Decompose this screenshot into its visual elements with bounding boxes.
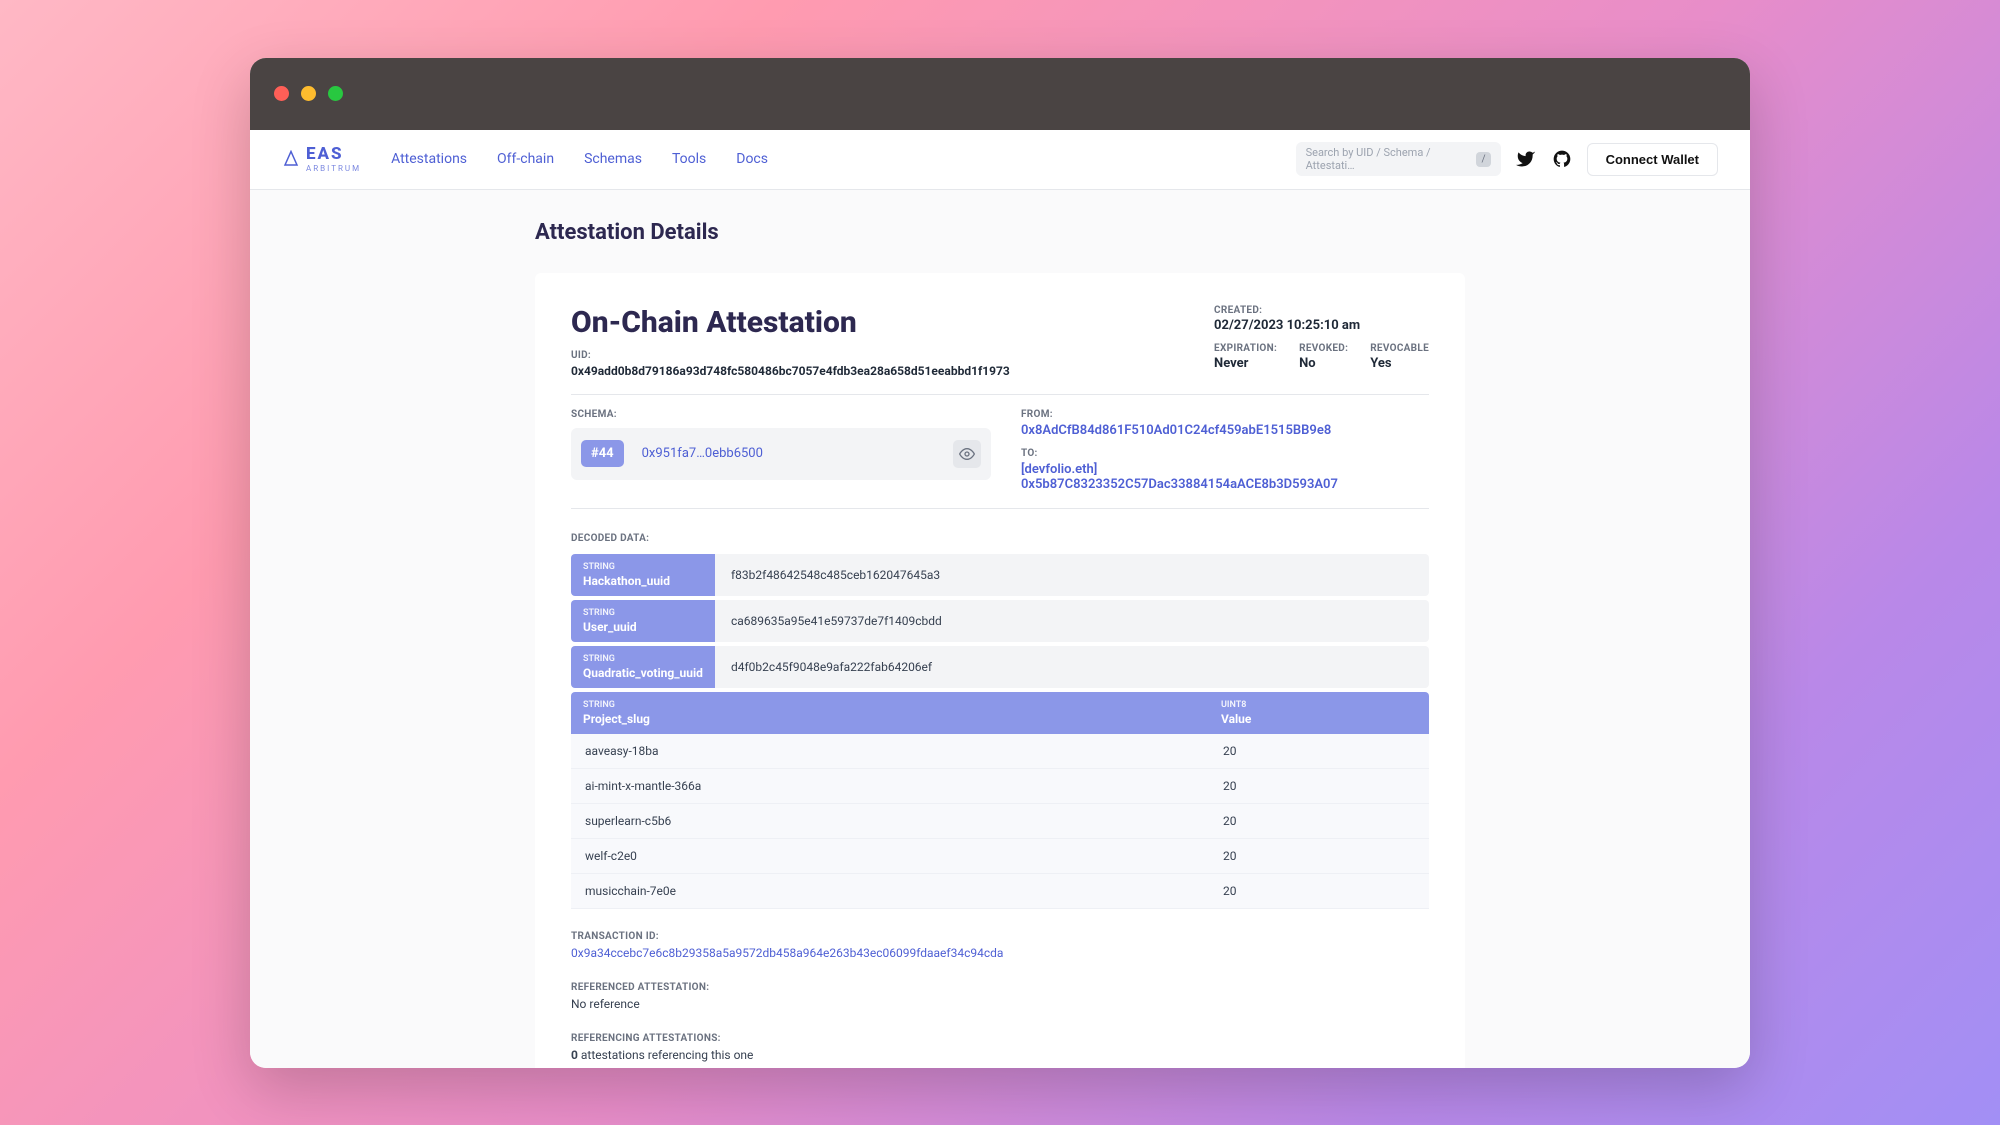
referenced-label: REFERENCED ATTESTATION:	[571, 982, 1429, 993]
decoded-data-label: DECODED DATA:	[571, 533, 1429, 544]
uid-value: 0x49add0b8d79186a93d748fc580486bc7057e4f…	[571, 364, 1010, 378]
project-value: 20	[1209, 839, 1429, 873]
search-kbd-hint: /	[1476, 152, 1490, 167]
decoded-field-row: STRING Hackathon_uuid f83b2f48642548c485ce…	[571, 554, 1429, 596]
nav-tools[interactable]: Tools	[672, 151, 706, 167]
attestation-title: On-Chain Attestation	[571, 305, 1010, 340]
project-slug-type: STRING	[583, 700, 1197, 710]
schema-label: SCHEMA:	[571, 409, 991, 420]
field-type: STRING	[583, 562, 703, 572]
project-row: ai-mint-x-mantle-366a20	[571, 769, 1429, 804]
project-row: welf-c2e020	[571, 839, 1429, 874]
field-value: f83b2f48642548c485ceb162047645a3	[715, 554, 1429, 596]
project-slug: aaveasy-18ba	[571, 734, 1209, 768]
project-table-header: STRING Project_slug UINT8 Value	[571, 692, 1429, 734]
revocable-label: REVOCABLE	[1370, 343, 1429, 354]
field-value: d4f0b2c45f9048e9afa222fab64206ef	[715, 646, 1429, 688]
nav-schemas[interactable]: Schemas	[584, 151, 642, 167]
attestation-card: On-Chain Attestation UID: 0x49add0b8d791…	[535, 273, 1465, 1068]
created-value: 02/27/2023 10:25:10 am	[1214, 318, 1429, 333]
field-label: STRING Quadratic_voting_uuid	[571, 646, 715, 688]
window-maximize-icon[interactable]	[328, 86, 343, 101]
project-value: 20	[1209, 734, 1429, 768]
app-window: EAS ARBITRUM Attestations Off-chain Sche…	[250, 58, 1750, 1068]
field-type: STRING	[583, 608, 703, 618]
created-label: CREATED:	[1214, 305, 1429, 316]
field-type: STRING	[583, 654, 703, 664]
txid-label: TRANSACTION ID:	[571, 931, 1429, 942]
decoded-field-row: STRING User_uuid ca689635a95e41e59737de7f1…	[571, 600, 1429, 642]
search-input[interactable]: Search by UID / Schema / Attestati… /	[1296, 142, 1501, 176]
project-slug-name: Project_slug	[583, 712, 1197, 726]
nav-links: Attestations Off-chain Schemas Tools Doc…	[391, 151, 768, 167]
project-value: 20	[1209, 804, 1429, 838]
connect-wallet-button[interactable]: Connect Wallet	[1587, 143, 1718, 176]
to-address[interactable]: 0x5b87C8323352C57Dac33884154aACE8b3D593A…	[1021, 477, 1429, 492]
twitter-icon[interactable]	[1515, 148, 1537, 170]
project-slug: musicchain-7e0e	[571, 874, 1209, 908]
expiration-value: Never	[1214, 356, 1277, 371]
content-area: Attestation Details On-Chain Attestation…	[250, 190, 1750, 1068]
logo[interactable]: EAS ARBITRUM	[282, 146, 361, 173]
project-value: 20	[1209, 769, 1429, 803]
window-minimize-icon[interactable]	[301, 86, 316, 101]
revocable-value: Yes	[1370, 356, 1429, 371]
project-value-name: Value	[1221, 712, 1417, 726]
to-ens-name[interactable]: [devfolio.eth]	[1021, 462, 1429, 477]
project-row: musicchain-7e0e20	[571, 874, 1429, 909]
project-slug: superlearn-c5b6	[571, 804, 1209, 838]
view-schema-button[interactable]	[953, 440, 981, 468]
nav-offchain[interactable]: Off-chain	[497, 151, 554, 167]
logo-icon	[282, 150, 300, 168]
schema-box: #44 0x951fa7…0ebb6500	[571, 428, 991, 480]
field-label: STRING User_uuid	[571, 600, 715, 642]
github-icon[interactable]	[1551, 148, 1573, 170]
from-label: FROM:	[1021, 409, 1429, 420]
referencing-value: 0 attestations referencing this one	[571, 1048, 1429, 1062]
schema-address[interactable]: 0x951fa7…0ebb6500	[642, 446, 763, 461]
search-placeholder: Search by UID / Schema / Attestati…	[1306, 146, 1477, 172]
txid-value[interactable]: 0x9a34ccebc7e6c8b29358a5a9572db458a964e2…	[571, 946, 1429, 960]
revoked-value: No	[1299, 356, 1348, 371]
field-name: Quadratic_voting_uuid	[583, 666, 703, 680]
field-name: Hackathon_uuid	[583, 574, 703, 588]
referencing-count: 0	[571, 1048, 578, 1062]
page-title: Attestation Details	[535, 220, 1465, 245]
project-row: superlearn-c5b620	[571, 804, 1429, 839]
from-address[interactable]: 0x8AdCfB84d861F510Ad01C24cf459abE1515BB9…	[1021, 423, 1429, 438]
schema-number-badge[interactable]: #44	[581, 440, 624, 467]
decoded-field-row: STRING Quadratic_voting_uuid d4f0b2c45f904…	[571, 646, 1429, 688]
nav-docs[interactable]: Docs	[736, 151, 768, 167]
window-close-icon[interactable]	[274, 86, 289, 101]
referenced-value: No reference	[571, 997, 1429, 1011]
field-value: ca689635a95e41e59737de7f1409cbdd	[715, 600, 1429, 642]
logo-text: EAS	[306, 146, 361, 163]
project-value-type: UINT8	[1221, 700, 1417, 710]
project-slug: welf-c2e0	[571, 839, 1209, 873]
field-name: User_uuid	[583, 620, 703, 634]
top-nav: EAS ARBITRUM Attestations Off-chain Sche…	[250, 130, 1750, 190]
titlebar	[250, 58, 1750, 130]
project-slug: ai-mint-x-mantle-366a	[571, 769, 1209, 803]
nav-attestations[interactable]: Attestations	[391, 151, 467, 167]
project-row: aaveasy-18ba20	[571, 734, 1429, 769]
revoked-label: REVOKED:	[1299, 343, 1348, 354]
uid-label: UID:	[571, 350, 1010, 361]
to-label: TO:	[1021, 448, 1429, 459]
project-value: 20	[1209, 874, 1429, 908]
eye-icon	[959, 446, 975, 462]
referencing-label: REFERENCING ATTESTATIONS:	[571, 1033, 1429, 1044]
expiration-label: EXPIRATION:	[1214, 343, 1277, 354]
logo-subtext: ARBITRUM	[306, 165, 361, 173]
referencing-suffix: attestations referencing this one	[578, 1048, 754, 1062]
field-label: STRING Hackathon_uuid	[571, 554, 715, 596]
